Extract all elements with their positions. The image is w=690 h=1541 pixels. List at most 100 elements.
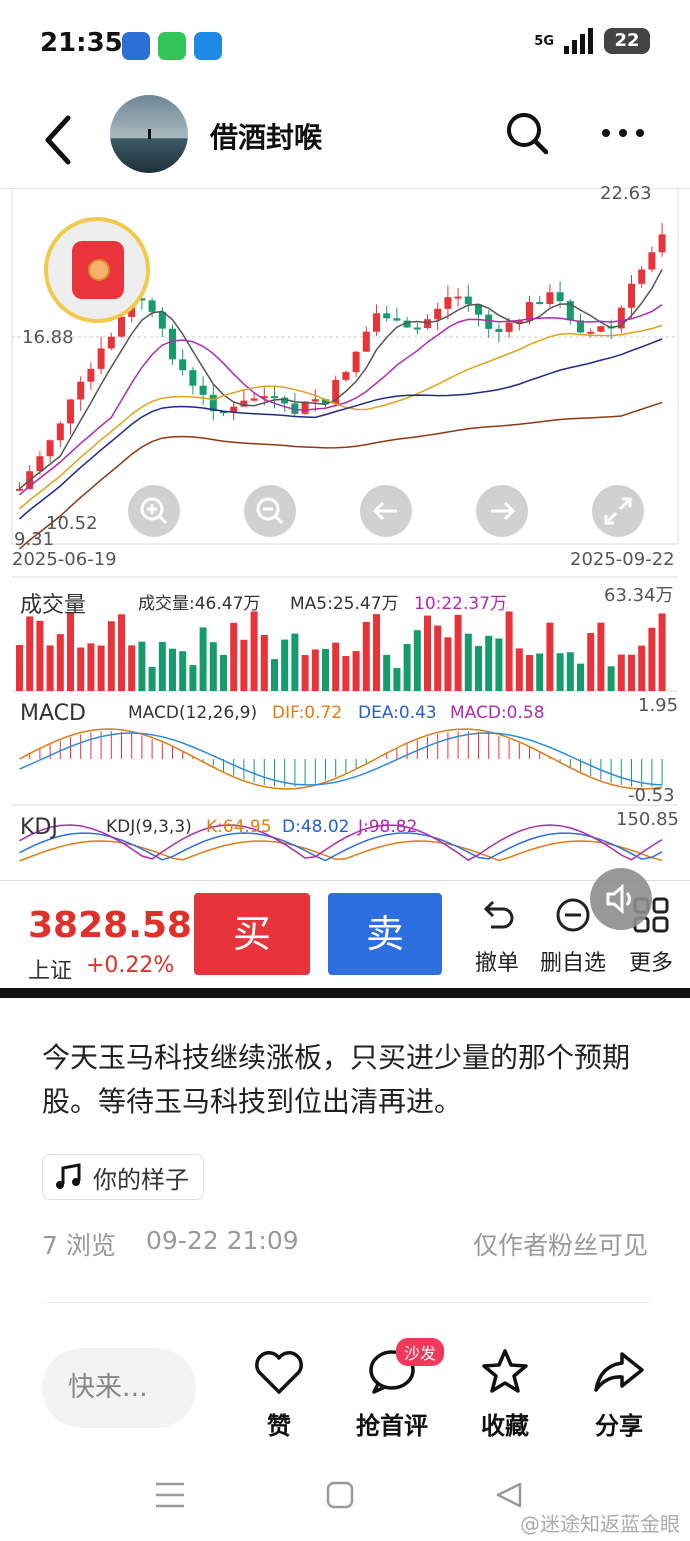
candle-body bbox=[373, 313, 380, 332]
cancel-order-label: 撤单 bbox=[474, 951, 519, 976]
candle-body bbox=[597, 326, 605, 332]
cancel-order-button[interactable]: 撤单 bbox=[462, 895, 532, 977]
comment-input[interactable]: 快来... bbox=[42, 1348, 196, 1428]
candle-body bbox=[250, 398, 258, 401]
candle-body bbox=[454, 296, 462, 299]
network-type: 5G bbox=[534, 33, 554, 49]
volume-max: 63.34万 bbox=[604, 585, 674, 606]
index-name: 上证 bbox=[28, 959, 73, 984]
macd-label[interactable]: MACD bbox=[20, 701, 86, 726]
volume-bar bbox=[26, 616, 34, 691]
author-name[interactable]: 借酒封喉 bbox=[210, 116, 322, 156]
stock-chart-image[interactable]: 22.63 16.88 10.52 9.31 2025-06-19 2025-0… bbox=[0, 183, 690, 998]
candle-body bbox=[107, 336, 115, 349]
candle-body bbox=[97, 348, 105, 369]
volume-bar bbox=[434, 625, 442, 691]
volume-bar bbox=[56, 634, 64, 691]
avatar[interactable] bbox=[110, 95, 188, 173]
volume-bar bbox=[393, 667, 401, 691]
share-icon bbox=[594, 1352, 644, 1392]
candle-body bbox=[536, 302, 544, 305]
volume-bar bbox=[536, 653, 544, 691]
search-icon[interactable] bbox=[504, 110, 550, 156]
volume-label[interactable]: 成交量 bbox=[20, 587, 86, 619]
buy-button[interactable]: 买 bbox=[194, 893, 310, 975]
post-header: 借酒封喉 bbox=[0, 92, 690, 188]
watermark: @迷途知返蓝金眼 bbox=[520, 1512, 680, 1536]
arrow-right-icon bbox=[491, 501, 516, 521]
candle-body bbox=[46, 440, 54, 457]
macd-dea: DEA:0.43 bbox=[358, 703, 437, 723]
index-value[interactable]: 3828.58 bbox=[28, 905, 192, 946]
candle-body bbox=[87, 368, 95, 382]
share-button[interactable]: 分享 bbox=[590, 1346, 648, 1441]
kdj-k: K:64.95 bbox=[206, 817, 272, 837]
candle-body bbox=[383, 313, 391, 319]
back-icon[interactable] bbox=[40, 112, 76, 168]
volume-bar bbox=[158, 641, 166, 691]
volume-bar bbox=[464, 633, 472, 691]
volume-bar bbox=[16, 645, 23, 691]
undo-icon bbox=[483, 900, 514, 929]
volume-bar bbox=[658, 613, 666, 691]
candle-body bbox=[424, 319, 431, 329]
volume-bar bbox=[199, 627, 207, 691]
more-icon[interactable] bbox=[600, 120, 646, 146]
kdj-line bbox=[19, 832, 663, 862]
kdj-label[interactable]: KDJ bbox=[20, 815, 58, 840]
message-notification-icon bbox=[158, 32, 186, 60]
red-packet-float[interactable] bbox=[44, 217, 150, 323]
volume-bar bbox=[587, 633, 595, 691]
mute-button[interactable] bbox=[590, 868, 652, 930]
music-tag[interactable]: 你的样子 bbox=[42, 1154, 204, 1200]
candle-body bbox=[158, 311, 166, 329]
index-change: +0.22% bbox=[86, 953, 175, 978]
kdj-j: J:98.82 bbox=[358, 817, 418, 837]
volume-bar bbox=[67, 612, 74, 691]
candle-body bbox=[16, 488, 23, 491]
price-low-label-2: 9.31 bbox=[14, 529, 55, 550]
notification-icons bbox=[122, 32, 222, 60]
candle-body bbox=[546, 292, 554, 305]
more-actions-label: 更多 bbox=[628, 951, 673, 976]
divider bbox=[42, 1302, 650, 1303]
candle-body bbox=[67, 399, 74, 424]
ma20-line bbox=[19, 324, 663, 510]
pan-left-button[interactable] bbox=[360, 485, 412, 537]
zoom-out-icon bbox=[256, 497, 284, 525]
volume-bar bbox=[97, 645, 105, 691]
pan-right-button[interactable] bbox=[476, 485, 528, 537]
favorite-button[interactable]: 收藏 bbox=[476, 1346, 534, 1441]
volume-bar bbox=[638, 645, 646, 691]
trade-bar: 3828.58 上证 +0.22% 买 卖 撤单 删自选 更多 bbox=[0, 880, 690, 984]
volume-bar bbox=[475, 646, 482, 691]
volume-bar bbox=[413, 630, 421, 691]
candle-body bbox=[169, 328, 176, 360]
like-button[interactable]: 赞 bbox=[250, 1346, 308, 1441]
menu-icon[interactable] bbox=[154, 1480, 186, 1510]
volume-bar bbox=[424, 615, 431, 691]
candle-body bbox=[311, 399, 319, 402]
volume-bar bbox=[546, 622, 554, 691]
sell-button[interactable]: 卖 bbox=[328, 893, 442, 975]
volume-bar bbox=[597, 622, 605, 691]
status-bar: 21:35 5G 22 bbox=[0, 0, 690, 92]
candle-body bbox=[628, 283, 635, 308]
macd-dif: DIF:0.72 bbox=[272, 703, 343, 723]
fullscreen-button[interactable] bbox=[592, 485, 644, 537]
ma60-line bbox=[19, 401, 663, 550]
candle-body bbox=[393, 318, 401, 321]
zoom-out-button[interactable] bbox=[244, 485, 296, 537]
volume-ma5: MA5:25.47万 bbox=[290, 594, 399, 614]
volume-bar bbox=[118, 614, 125, 691]
candle-body bbox=[148, 300, 156, 312]
zoom-in-button[interactable] bbox=[128, 485, 180, 537]
battery-icon: 22 bbox=[604, 28, 650, 54]
volume-bar bbox=[46, 645, 54, 691]
remove-icon bbox=[556, 898, 590, 932]
volume-bar bbox=[301, 655, 309, 691]
home-icon[interactable] bbox=[326, 1480, 354, 1510]
volume-bar bbox=[291, 633, 299, 691]
volume-bar bbox=[383, 654, 391, 691]
back-nav-icon[interactable] bbox=[494, 1480, 524, 1510]
